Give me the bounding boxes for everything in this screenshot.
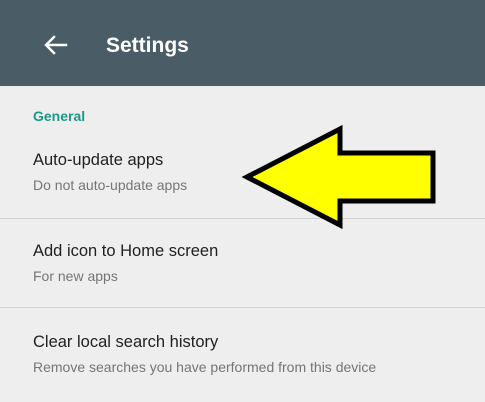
item-title: Clear local search history — [33, 333, 219, 351]
item-subtitle: Do not auto-update apps — [33, 177, 188, 193]
add-icon-home-screen-item[interactable]: Add icon to Home screen For new apps — [0, 219, 485, 307]
page-title: Settings — [106, 34, 189, 57]
item-title: Auto-update apps — [33, 151, 164, 169]
arrow-back-icon — [44, 35, 68, 55]
clear-search-history-item[interactable]: Clear local search history Remove search… — [0, 308, 485, 402]
section-header-general: General — [33, 108, 86, 124]
settings-screen: Settings General Auto-update apps Do not… — [0, 0, 485, 402]
item-title: Add icon to Home screen — [33, 242, 219, 260]
item-subtitle: For new apps — [33, 268, 118, 284]
back-button[interactable] — [38, 27, 74, 63]
app-bar: Settings — [0, 0, 485, 86]
auto-update-apps-item[interactable]: Auto-update apps Do not auto-update apps — [0, 130, 485, 218]
item-subtitle: Remove searches you have performed from … — [33, 359, 377, 375]
